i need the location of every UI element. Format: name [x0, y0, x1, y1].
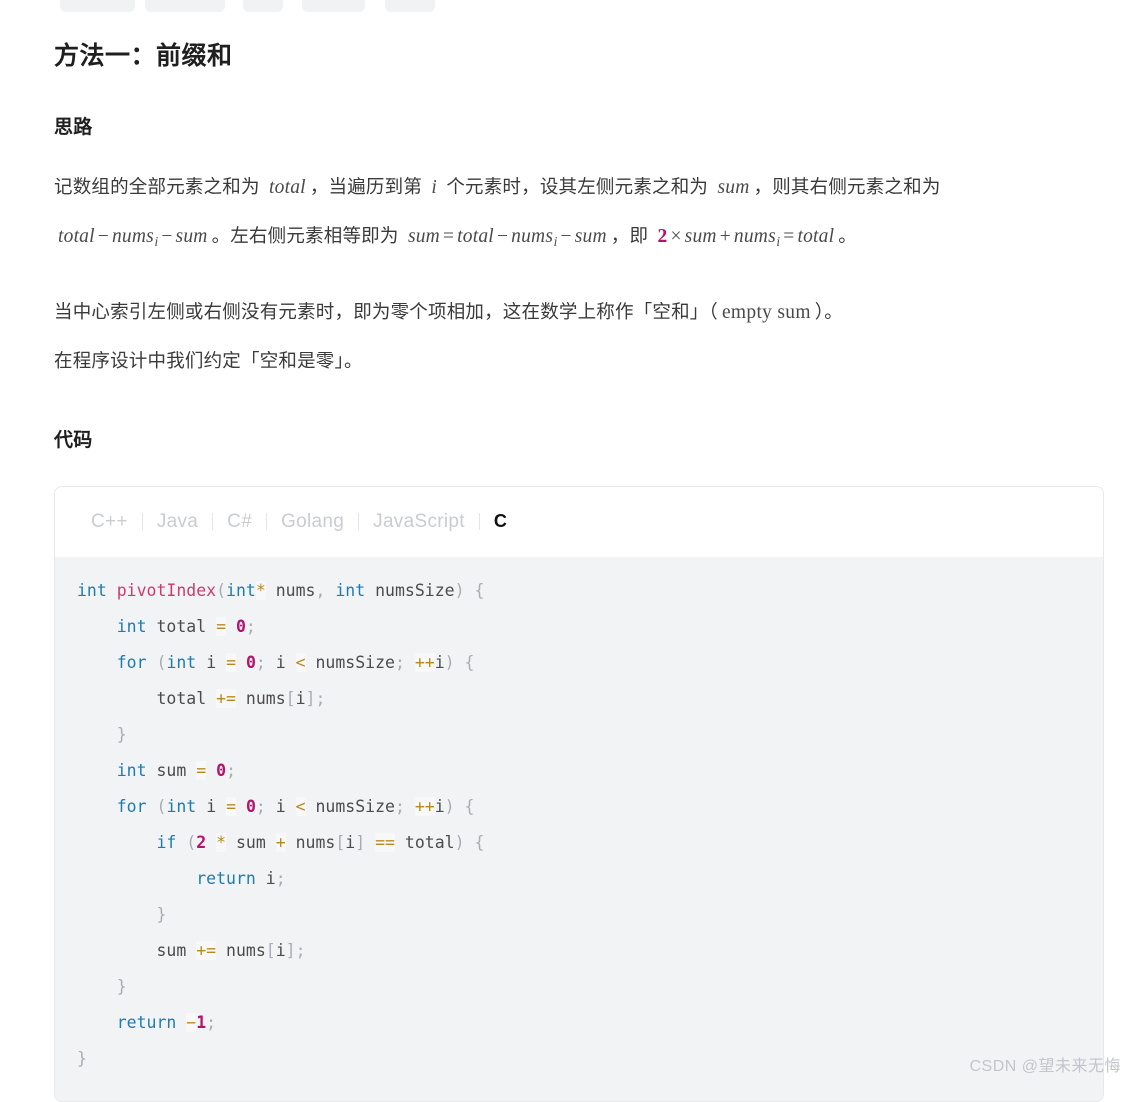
tab-c-[interactable]: C# [213, 511, 266, 533]
heading-code: 代码 [54, 429, 93, 451]
code-content[interactable]: int pivotIndex(int* nums, int numsSize) … [55, 556, 1103, 1101]
tag-pill-4[interactable] [385, 0, 435, 12]
text-fragment: 当中心索引左侧或右侧没有元素时，即为零个项相加，这在数学上称作「空和」（ [54, 300, 718, 322]
csdn-watermark: CSDN @望未来无悔 [969, 1058, 1121, 1075]
text-fragment: 个元素时，设其左侧元素之和为 [446, 176, 709, 197]
text-fragment: 。左右侧元素相等即为 [211, 225, 399, 246]
code-line-14: } [77, 1048, 87, 1068]
text-fragment: ，即 [610, 225, 649, 246]
text-fragment: ，当遍历到第 [309, 176, 423, 197]
code-line-9: return i; [196, 868, 286, 888]
math-empty-sum: empty sum [721, 301, 811, 323]
text-fragment: ，则其右侧元素之和为 [753, 176, 941, 197]
code-line-3: for (int i = 0; i < numsSize; ++i) { [116, 652, 475, 672]
code-line-2: int total = 0; [116, 616, 256, 636]
tag-pill-strip [0, 0, 1135, 12]
tag-pill-3[interactable] [302, 0, 365, 12]
tab-java[interactable]: Java [143, 511, 212, 533]
math-total: total [269, 177, 306, 198]
code-line-1: int pivotIndex(int* nums, int numsSize) … [77, 580, 485, 600]
text-fragment: ）。 [814, 300, 843, 322]
tag-pill-0[interactable] [60, 0, 135, 12]
math-i: i [431, 177, 437, 198]
tag-pill-2[interactable] [243, 0, 283, 12]
code-line-4: total += nums[i]; [156, 688, 326, 708]
text-fragment: 。 [838, 225, 857, 246]
language-tab-bar: C++ Java C# Golang JavaScript C [55, 486, 1103, 557]
code-line-13: return −1; [116, 1012, 217, 1032]
code-line-8: if (2 * sum + nums[i] == total) { [156, 832, 485, 852]
tab-golang[interactable]: Golang [267, 511, 358, 533]
code-line-12: } [116, 976, 127, 996]
code-line-5: } [116, 724, 127, 744]
tab-c-[interactable]: C++ [77, 511, 142, 533]
heading-idea: 思路 [54, 117, 93, 138]
page-title: 方法一：前缀和 [54, 42, 233, 70]
code-line-6: int sum = 0; [116, 760, 236, 780]
code-line-10: } [156, 904, 167, 924]
code-line-7: for (int i = 0; i < numsSize; ++i) { [116, 796, 475, 816]
idea-paragraph-2: 当中心索引左侧或右侧没有元素时，即为零个项相加，这在数学上称作「空和」（ empt… [54, 288, 1081, 385]
math-final-expr: 2 × sum + numsi = total [657, 226, 835, 249]
code-line-11: sum += nums[i]; [156, 940, 306, 960]
text-fragment: 记数组的全部元素之和为 [54, 176, 260, 197]
math-right-sum-expr: total − numsi − sum [58, 226, 208, 249]
tab-c[interactable]: C [480, 511, 521, 532]
tag-pill-1[interactable] [145, 0, 225, 12]
tab-javascript[interactable]: JavaScript [359, 511, 479, 533]
math-equality-expr: sum = total − numsi − sum [407, 226, 607, 249]
idea-paragraph-1: 记数组的全部元素之和为 total ，当遍历到第 i 个元素时，设其左侧元素之和为… [54, 163, 1081, 266]
article-content: 方法一：前缀和 思路 记数组的全部元素之和为 total ，当遍历到第 i 个元素… [0, 36, 1135, 452]
code-block-card: C++ Java C# Golang JavaScript C int pivotInde… [54, 485, 1104, 1102]
math-sum: sum [717, 177, 750, 198]
article-body: 方法一：前缀和 思路 记数组的全部元素之和为 total ，当遍历到第 i 个元素… [0, 22, 1135, 1102]
text-fragment: 在程序设计中我们约定「空和是零」。 [54, 349, 363, 371]
